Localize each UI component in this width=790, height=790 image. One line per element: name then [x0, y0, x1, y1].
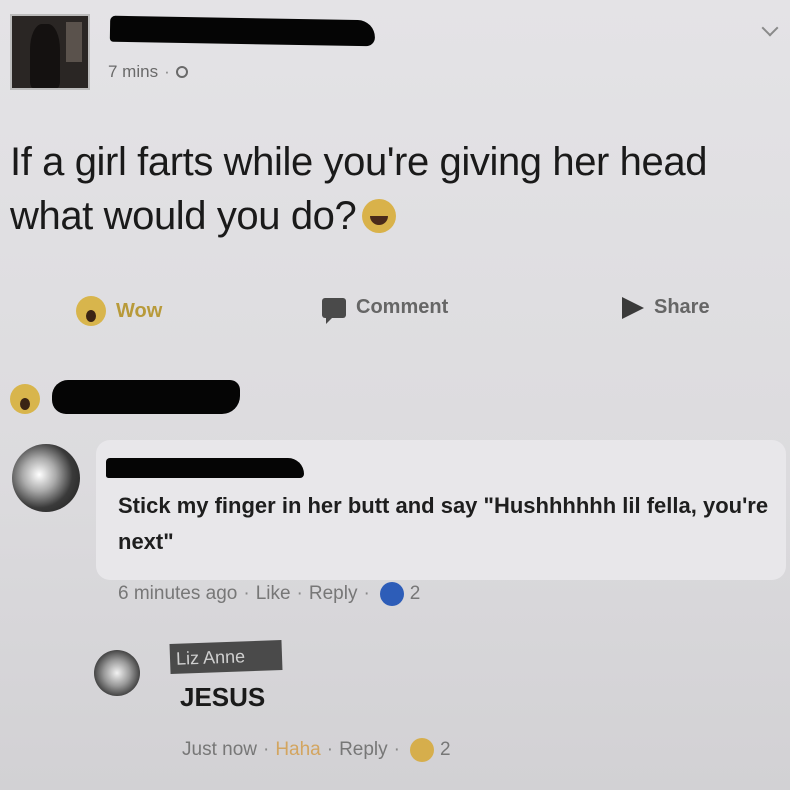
post-meta: 7 mins · [108, 62, 188, 82]
comment-button[interactable]: Comment [322, 296, 449, 324]
comment-label: Comment [356, 296, 449, 318]
comment-time[interactable]: 6 minutes ago [118, 583, 237, 605]
redacted-author-name [109, 15, 376, 47]
haha-icon[interactable] [409, 738, 434, 762]
share-button[interactable]: Share [622, 296, 710, 319]
reply-author-avatar[interactable] [94, 650, 140, 696]
share-icon [622, 296, 644, 319]
like-icon[interactable] [379, 582, 404, 606]
redacted-reactor-name [52, 380, 240, 414]
wow-reaction-icon[interactable] [10, 384, 40, 414]
comment-meta: 6 minutes ago · Like · Reply · 2 [118, 582, 421, 606]
post-action-bar: Wow Comment Share [0, 296, 790, 340]
reply-author-name[interactable]: Liz Anne [169, 640, 283, 674]
wow-button[interactable]: Wow [76, 296, 162, 326]
post-author-avatar[interactable] [10, 14, 90, 90]
laughing-emoji-icon [362, 199, 397, 233]
reply-link[interactable]: Reply [339, 739, 388, 761]
commenter-avatar[interactable] [12, 444, 80, 512]
reply-meta: Just now · Haha · Reply · 2 [182, 738, 451, 762]
wow-icon [76, 296, 106, 326]
post-time[interactable]: 7 mins [108, 62, 158, 82]
share-label: Share [654, 296, 710, 318]
wow-label: Wow [116, 299, 163, 322]
screenshot: 7 mins · If a girl farts while you're gi… [0, 0, 790, 790]
chevron-down-icon[interactable] [761, 19, 779, 37]
comment-icon [322, 297, 346, 324]
like-count[interactable]: 2 [410, 583, 421, 605]
redacted-commenter-name [106, 458, 304, 478]
reply-time[interactable]: Just now [182, 739, 257, 761]
comment-text: Stick my finger in her butt and say "Hus… [118, 493, 769, 554]
reply-link[interactable]: Reply [309, 583, 358, 605]
post-text: If a girl farts while you're giving her … [10, 135, 770, 243]
globe-icon [175, 66, 188, 78]
haha-count[interactable]: 2 [440, 739, 451, 761]
like-link[interactable]: Like [256, 583, 291, 605]
post-body: If a girl farts while you're giving her … [10, 140, 708, 238]
reply-text: JESUS [180, 682, 266, 712]
separator: · [164, 62, 170, 81]
haha-link[interactable]: Haha [275, 739, 320, 761]
